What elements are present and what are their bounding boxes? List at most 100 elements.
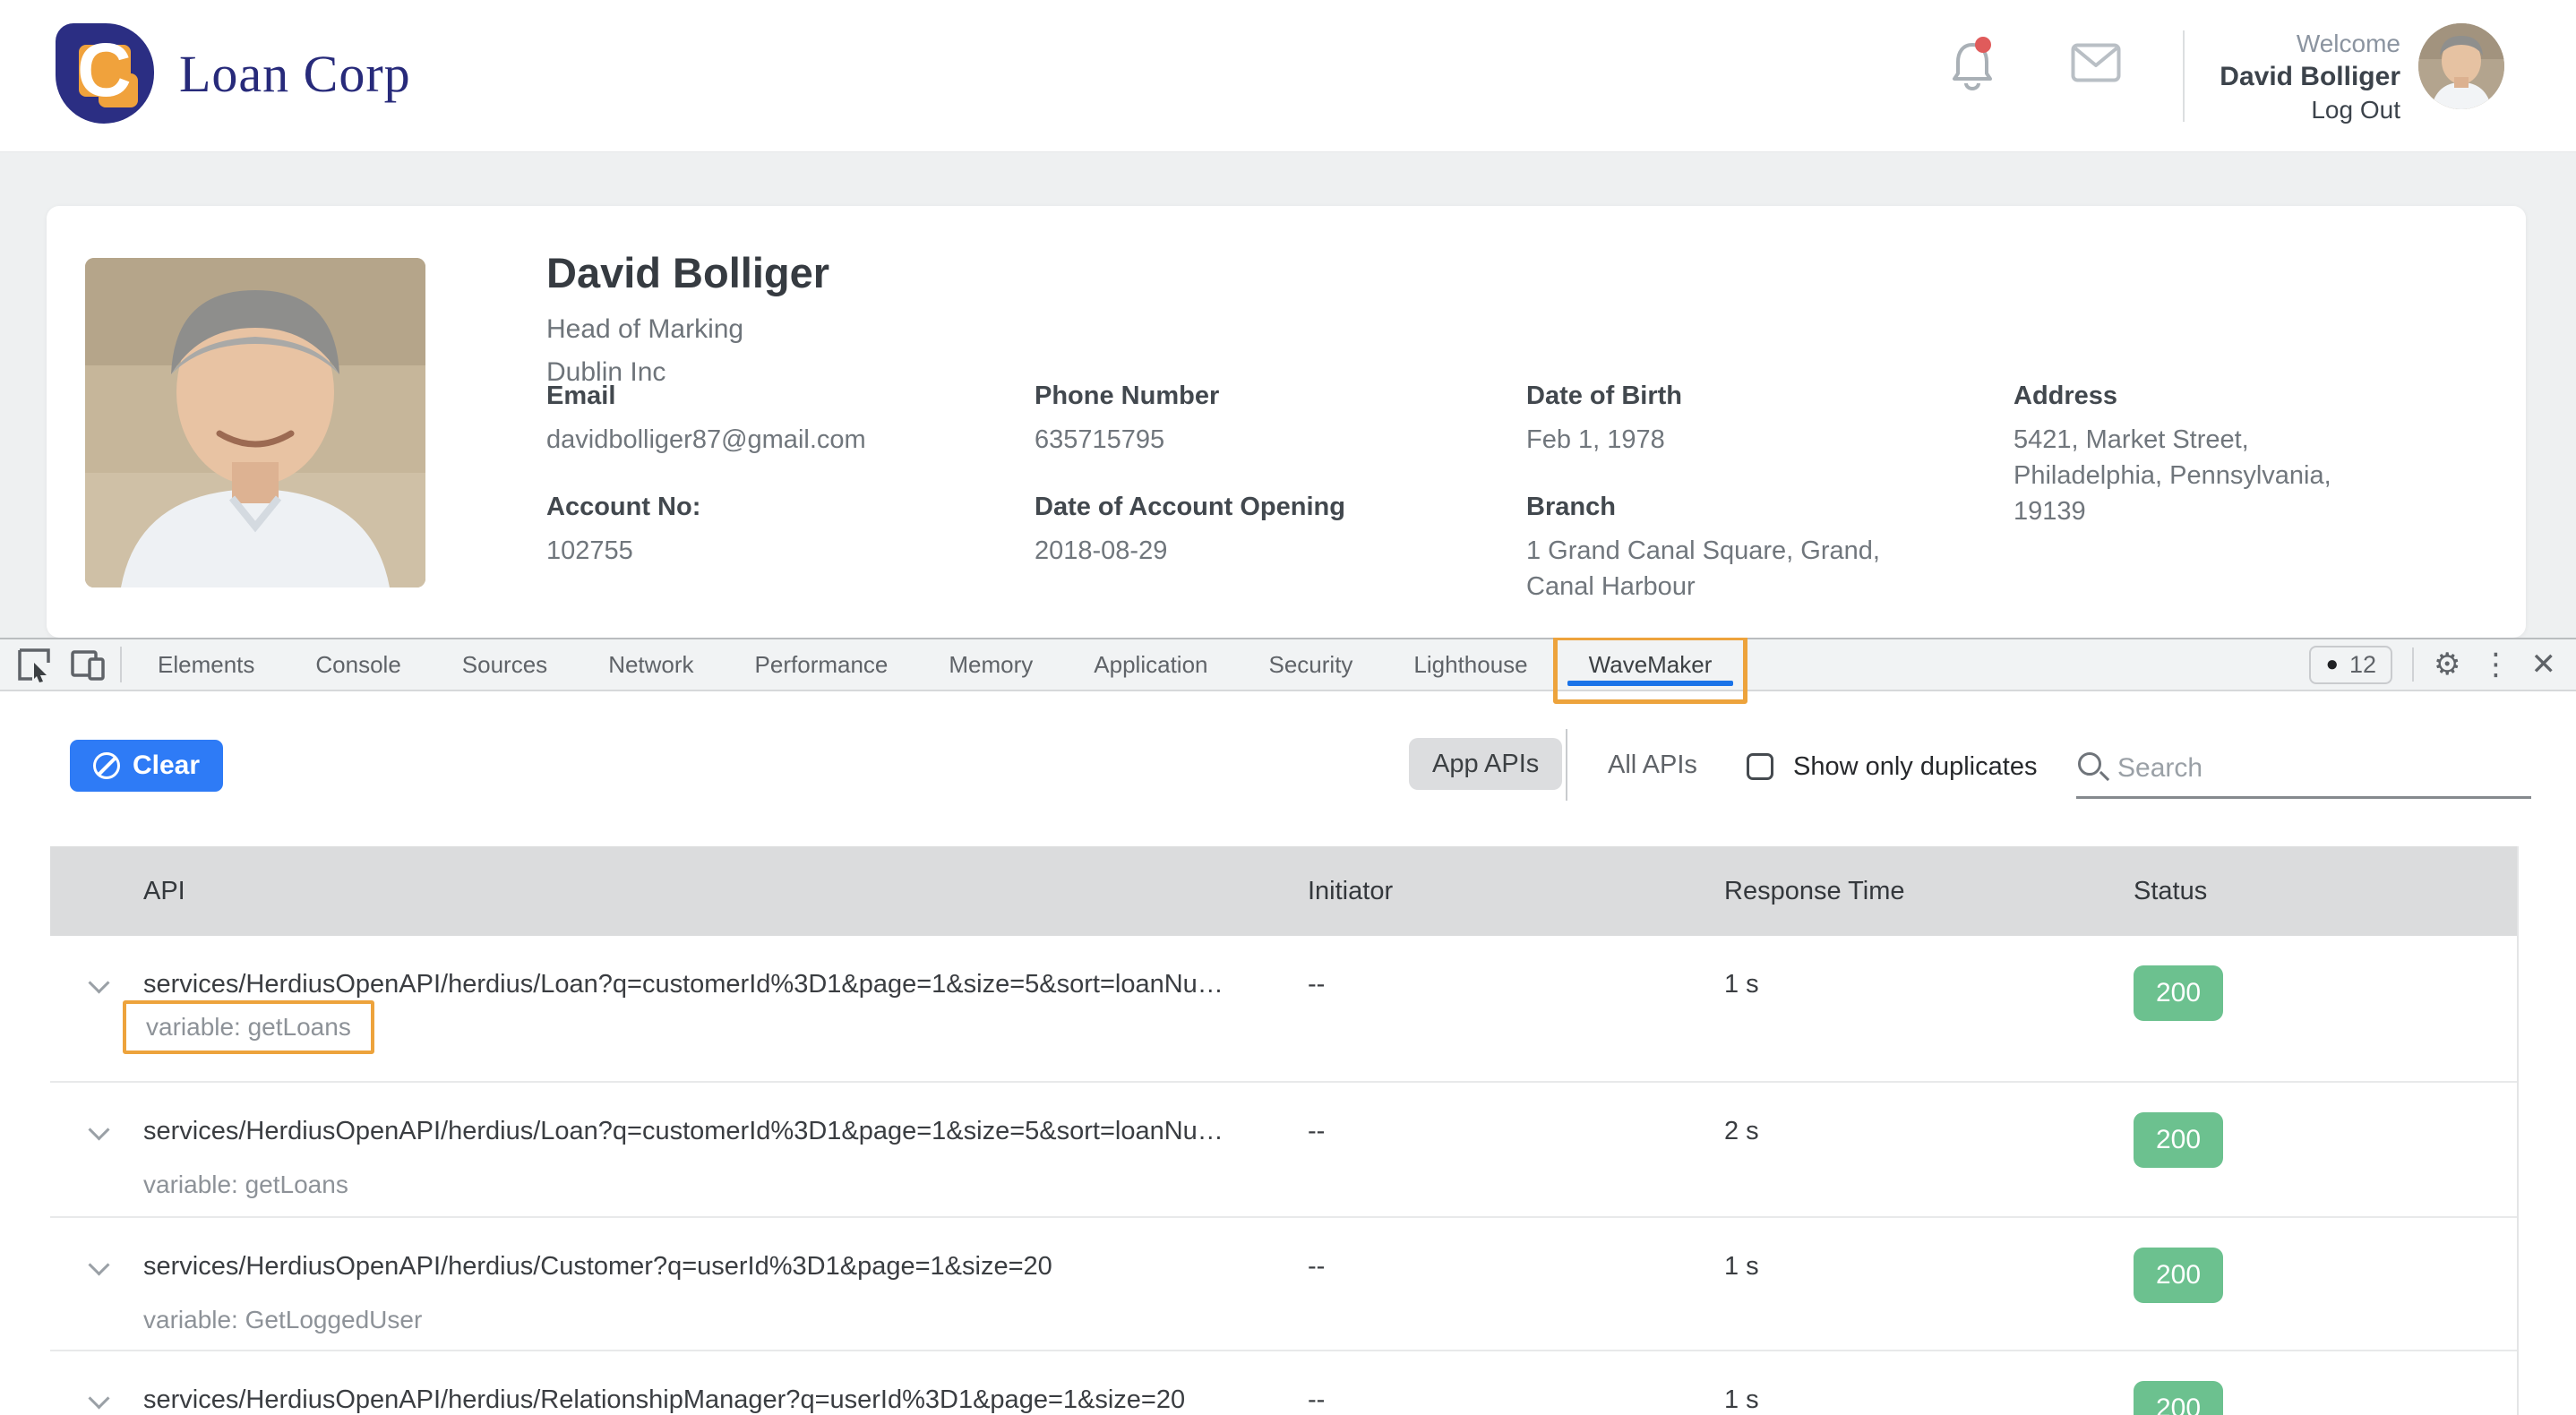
tab-performance[interactable]: Performance [725, 639, 919, 690]
status-badge: 200 [2134, 1381, 2223, 1415]
expand-chevron-down-icon[interactable] [88, 1254, 109, 1275]
phone-label: Phone Number [1035, 382, 1219, 411]
initiator-cell: -- [1308, 1117, 1325, 1146]
phone-value: 635715795 [1035, 422, 1164, 458]
email-value: davidbolliger87@gmail.com [546, 422, 866, 458]
table-row: services/HerdiusOpenAPI/herdius/Customer… [50, 1216, 2517, 1350]
search-field [2076, 745, 2531, 799]
customer-name: David Bolliger [546, 248, 829, 297]
search-icon [2078, 752, 2101, 776]
status-badge: 200 [2134, 1112, 2223, 1168]
status-badge: 200 [2134, 1248, 2223, 1303]
issues-dot-icon: ● [2325, 654, 2339, 675]
clear-button-label: Clear [133, 750, 200, 781]
account-no-value: 102755 [546, 533, 633, 569]
user-avatar[interactable] [2418, 23, 2504, 109]
table-row: services/HerdiusOpenAPI/herdius/Relation… [50, 1350, 2517, 1415]
dob-value: Feb 1, 1978 [1526, 422, 1665, 458]
devtools-tabbar: Elements Console Sources Network Perform… [0, 638, 2576, 691]
tab-network[interactable]: Network [578, 639, 724, 690]
table-header-row: API Initiator Response Time Status [50, 846, 2517, 936]
avatar-photo [2418, 23, 2504, 109]
app-header: C Loan Corp Welcome David Bolliger Log O… [0, 0, 2576, 152]
tab-console[interactable]: Console [285, 639, 431, 690]
api-calls-table: API Initiator Response Time Status servi… [50, 846, 2519, 1415]
tabbar-separator [120, 647, 122, 682]
customer-job-title: Head of Marking [546, 314, 743, 345]
address-value: 5421, Market Street, Philadelphia, Penns… [2014, 422, 2399, 529]
logo-letter: C [77, 27, 132, 114]
response-time-cell: 1 s [1724, 1385, 1759, 1415]
issues-count: 12 [2349, 651, 2376, 679]
status-badge: 200 [2134, 965, 2223, 1021]
close-devtools-icon[interactable]: ✕ [2531, 647, 2557, 682]
notifications-bell-icon[interactable] [1949, 36, 1996, 91]
expand-chevron-down-icon[interactable] [88, 1387, 109, 1409]
inspect-element-icon[interactable] [14, 647, 54, 682]
response-time-cell: 1 s [1724, 1252, 1759, 1282]
devtools-panel: Elements Console Sources Network Perform… [0, 638, 2576, 1415]
account-no-label: Account No: [546, 493, 700, 522]
api-variable: variable: getLoans [143, 1171, 348, 1199]
loan-corp-logo[interactable]: C Loan Corp [56, 23, 411, 124]
issues-counter[interactable]: ● 12 [2309, 646, 2392, 684]
logout-link[interactable]: Log Out [2185, 93, 2400, 126]
filter-all-apis[interactable]: All APIs [1608, 750, 1697, 780]
variable-annotation-box: variable: getLoans [123, 1000, 374, 1054]
clear-button[interactable]: Clear [70, 740, 223, 792]
api-url[interactable]: services/HerdiusOpenAPI/herdius/Loan?q=c… [143, 1117, 1224, 1146]
customer-profile-card: David Bolliger Head of Marking Dublin In… [47, 206, 2526, 638]
messages-mail-icon[interactable] [2071, 43, 2121, 82]
filter-separator [1566, 729, 1567, 801]
expand-chevron-down-icon[interactable] [88, 972, 109, 993]
welcome-text: Welcome [2185, 27, 2400, 60]
table-row: services/HerdiusOpenAPI/herdius/Loan?q=c… [50, 1081, 2517, 1216]
address-label: Address [2014, 382, 2117, 411]
tab-elements[interactable]: Elements [127, 639, 285, 690]
tabbar-right-separator [2412, 647, 2414, 682]
tab-lighthouse[interactable]: Lighthouse [1383, 639, 1558, 690]
column-header-api: API [143, 877, 185, 906]
more-options-kebab-icon[interactable]: ⋮ [2481, 647, 2512, 682]
response-time-cell: 2 s [1724, 1117, 1759, 1146]
settings-gear-icon[interactable]: ⚙ [2434, 647, 2460, 682]
devtools-tabbar-right: ● 12 ⚙ ⋮ ✕ [2309, 646, 2576, 684]
tab-sources[interactable]: Sources [432, 639, 578, 690]
api-url[interactable]: services/HerdiusOpenAPI/herdius/Customer… [143, 1252, 1052, 1282]
welcome-block: Welcome David Bolliger Log Out [2185, 27, 2400, 126]
initiator-cell: -- [1308, 970, 1325, 999]
api-variable: variable: getLoans [146, 1013, 351, 1041]
tab-security[interactable]: Security [1239, 639, 1384, 690]
header-user-name: David Bolliger [2185, 60, 2400, 93]
tab-application[interactable]: Application [1063, 639, 1238, 690]
device-toolbar-icon[interactable] [68, 647, 107, 682]
account-opening-label: Date of Account Opening [1035, 493, 1345, 522]
initiator-cell: -- [1308, 1252, 1325, 1282]
api-url[interactable]: services/HerdiusOpenAPI/herdius/Loan?q=c… [143, 970, 1224, 999]
header-divider [2183, 30, 2185, 122]
column-header-response-time: Response Time [1724, 877, 1905, 906]
search-input[interactable] [2117, 747, 2512, 790]
tab-memory[interactable]: Memory [918, 639, 1063, 690]
logo-wordmark: Loan Corp [179, 44, 411, 104]
show-only-duplicates-checkbox[interactable] [1747, 753, 1773, 780]
tab-wavemaker-label: WaveMaker [1589, 651, 1713, 679]
branch-value: 1 Grand Canal Square, Grand, Canal Harbo… [1526, 533, 1929, 605]
email-label: Email [546, 382, 615, 411]
initiator-cell: -- [1308, 1385, 1325, 1415]
account-opening-value: 2018-08-29 [1035, 533, 1167, 569]
column-header-initiator: Initiator [1308, 877, 1393, 906]
tab-wavemaker[interactable]: WaveMaker [1558, 639, 1743, 690]
loan-corp-logo-icon: C [56, 23, 154, 124]
api-variable: variable: GetLoggedUser [143, 1306, 422, 1334]
show-only-duplicates-label[interactable]: Show only duplicates [1793, 752, 2037, 782]
expand-chevron-down-icon[interactable] [88, 1119, 109, 1140]
devtools-tabs: Elements Console Sources Network Perform… [127, 639, 1742, 690]
filter-app-apis[interactable]: App APIs [1409, 738, 1562, 790]
dob-label: Date of Birth [1526, 382, 1682, 411]
branch-label: Branch [1526, 493, 1616, 522]
customer-photo [85, 258, 425, 587]
response-time-cell: 1 s [1724, 970, 1759, 999]
table-row: services/HerdiusOpenAPI/herdius/Loan?q=c… [50, 936, 2517, 1081]
api-url[interactable]: services/HerdiusOpenAPI/herdius/Relation… [143, 1385, 1185, 1415]
